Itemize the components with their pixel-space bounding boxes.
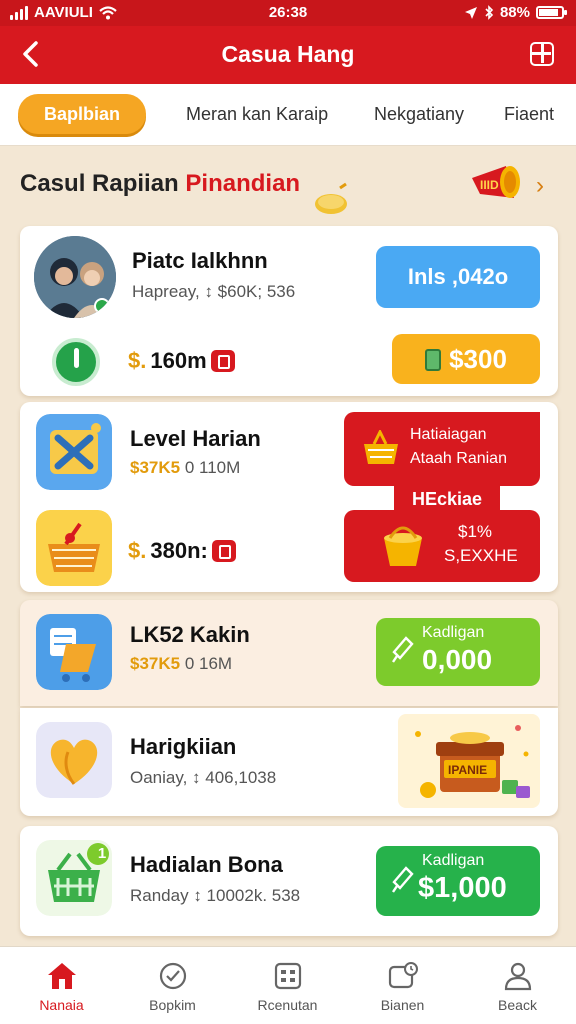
amount-value: 160m bbox=[150, 348, 207, 373]
chat-clock-icon bbox=[388, 962, 418, 989]
home-icon bbox=[48, 963, 76, 989]
item-sub-rest: 0 110M bbox=[184, 458, 241, 477]
item-sub: Hapreay, ↕ $60K; 536 bbox=[132, 282, 296, 301]
list-item[interactable]: LK52 Kakin $37K5 0 16M Kadligan 0,000 bbox=[20, 600, 558, 706]
bluetooth-icon bbox=[485, 5, 494, 20]
reward-value: 0,000 bbox=[422, 644, 493, 675]
grid-menu-icon[interactable] bbox=[530, 42, 554, 66]
promo-line-2: Ataah Ranian bbox=[410, 450, 507, 467]
avatar bbox=[34, 236, 116, 318]
item-name: LK52 Kakin bbox=[130, 622, 250, 647]
item-sub: Randay ↕ 10002k. 538 bbox=[130, 886, 301, 905]
basket-icon bbox=[364, 430, 398, 464]
section-title-main: Casul Rapiian bbox=[20, 170, 179, 197]
reward-label: Kadligan bbox=[422, 852, 485, 869]
amount-prefix: $. bbox=[128, 348, 147, 373]
tab-meran-kan-karaip[interactable]: Meran kan Karaip bbox=[186, 94, 328, 134]
user-icon bbox=[504, 962, 532, 991]
amount-value: 380n: bbox=[150, 538, 208, 563]
bucket-icon bbox=[384, 526, 422, 566]
cash-icon bbox=[425, 349, 442, 371]
item-name: Level Harian bbox=[130, 426, 261, 451]
nav-item-bopkim[interactable]: Bopkim bbox=[115, 947, 230, 1024]
reward-label: Kadligan bbox=[422, 624, 485, 641]
nav-item-bianen[interactable]: Bianen bbox=[345, 947, 460, 1024]
app-header: Casua Hang bbox=[0, 26, 576, 84]
clock-check-icon bbox=[159, 962, 187, 990]
tools-icon bbox=[36, 414, 112, 490]
calendar-grid-icon bbox=[274, 962, 302, 990]
tab-bar: Baplbian Meran kan Karaip Nekgatiany Fia… bbox=[0, 84, 576, 146]
promo2-line-1: $1% bbox=[458, 522, 493, 541]
status-right: 88% bbox=[464, 4, 567, 21]
promo-badge-text: IIID bbox=[480, 178, 499, 192]
section-title-highlight: Pinandian bbox=[185, 170, 301, 197]
nav-label: Bopkim bbox=[149, 997, 196, 1013]
promo-card-basket[interactable]: Hatiaiagan Ataah Ranian bbox=[344, 412, 540, 486]
amount-prefix: $. bbox=[128, 538, 147, 563]
section-title: Casul Rapiian Pinandian bbox=[20, 170, 300, 198]
status-bar: AAVIULI 26:38 88% bbox=[0, 0, 576, 26]
nav-item-beack[interactable]: Beack bbox=[460, 947, 575, 1024]
item-sub-gold: $37K5 bbox=[130, 654, 181, 673]
battery-icon bbox=[536, 6, 567, 19]
tab-fiaent[interactable]: Fiaent bbox=[504, 94, 554, 134]
claim-button-label: $300 bbox=[449, 344, 507, 374]
item-amount: $. 380n: bbox=[128, 538, 236, 564]
value-button[interactable]: Inls ,042o bbox=[376, 246, 540, 308]
reward-button[interactable]: Kadligan 0,000 bbox=[376, 618, 540, 686]
location-icon bbox=[464, 6, 477, 19]
item-amount: $. 160m bbox=[128, 348, 235, 374]
reward-button[interactable]: Kadligan $1,000 bbox=[376, 846, 540, 916]
item-name: Hadialan Bona bbox=[130, 852, 283, 877]
basket-icon bbox=[36, 510, 112, 586]
battery-percent: 88% bbox=[499, 4, 530, 21]
cart-icon bbox=[36, 614, 112, 690]
item-sub-gold: $37K5 bbox=[130, 458, 181, 477]
megaphone-promo-icon[interactable]: IIID bbox=[466, 162, 526, 210]
bottom-nav: Nanaia Bopkim Rcenutan Bianen Beack bbox=[0, 946, 576, 1024]
item-sub: $37K5 0 110M bbox=[130, 458, 240, 478]
list-item[interactable]: 1 Hadialan Bona Randay ↕ 10002k. 538 Kad… bbox=[20, 826, 558, 936]
nav-item-rcenutan[interactable]: Rcenutan bbox=[230, 947, 345, 1024]
timer-icon bbox=[52, 338, 100, 386]
nav-label: Beack bbox=[498, 997, 537, 1013]
reward-value: $1,000 bbox=[418, 872, 507, 904]
tag-icon bbox=[392, 636, 414, 663]
item-sub-rest: 0 16M bbox=[184, 654, 233, 673]
badge-count: 1 bbox=[97, 845, 107, 862]
treasure-reward-image[interactable]: IPANIE bbox=[398, 714, 540, 808]
chevron-right-icon[interactable]: › bbox=[536, 172, 544, 200]
page-title: Casua Hang bbox=[221, 41, 355, 67]
list-item[interactable]: Piatc Ialkhnn Hapreay, ↕ $60K; 536 Inls … bbox=[20, 226, 558, 396]
nav-label: Bianen bbox=[380, 997, 425, 1013]
ticket-icon bbox=[211, 540, 236, 562]
coin-bag-icon bbox=[315, 182, 347, 214]
nav-label: Rcenutan bbox=[257, 997, 318, 1013]
nav-item-nanaia[interactable]: Nanaia bbox=[4, 947, 119, 1024]
list-item[interactable]: Harigkiian Oaniay, ↕ 406,1038 IPANIE bbox=[20, 708, 558, 816]
item-sub: Oaniay, ↕ 406,1038 bbox=[130, 768, 277, 787]
promo2-line-2: S,EXXHE bbox=[444, 546, 518, 565]
promo-line-1: Hatiaiagan bbox=[410, 426, 487, 443]
item-name: Harigkiian bbox=[130, 734, 237, 759]
tab-nekgatiany[interactable]: Nekgatiany bbox=[374, 94, 464, 134]
tag-icon bbox=[392, 866, 414, 893]
nav-label: Nanaia bbox=[39, 997, 84, 1013]
promo-card-bucket[interactable]: $1% S,EXXHE bbox=[344, 510, 540, 582]
reward-chest-label: IPANIE bbox=[448, 763, 487, 777]
ticket-icon bbox=[210, 350, 235, 372]
item-name: Piatc Ialkhnn bbox=[132, 248, 268, 273]
heart-shield-icon bbox=[36, 722, 112, 798]
tab-baplbian[interactable]: Baplbian bbox=[18, 94, 147, 134]
item-sub: $37K5 0 16M bbox=[130, 654, 232, 674]
claim-button[interactable]: $300 bbox=[392, 334, 540, 384]
